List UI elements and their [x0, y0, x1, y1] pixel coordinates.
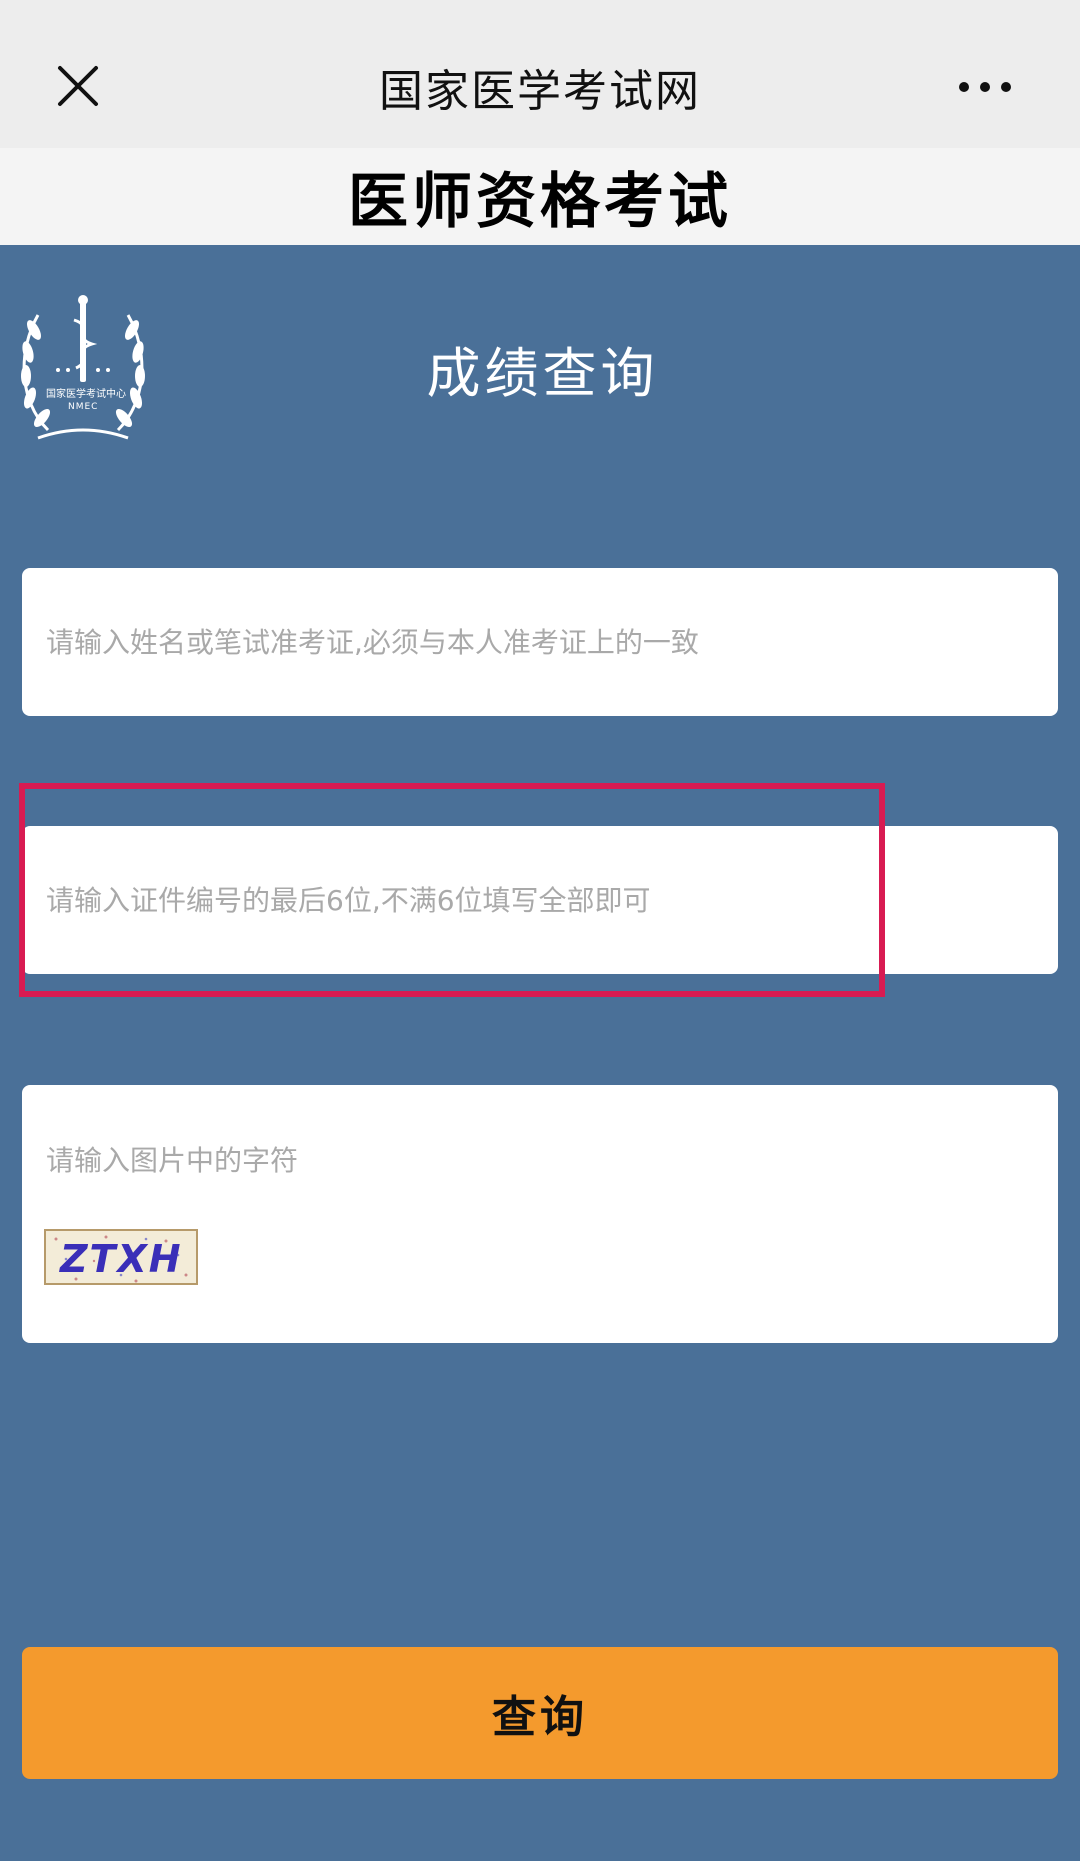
captcha-image[interactable]: ZTXH — [44, 1229, 198, 1285]
nav-title: 国家医学考试网 — [379, 66, 701, 117]
captcha-input[interactable] — [22, 1085, 1058, 1235]
id-number-input[interactable] — [22, 826, 1058, 974]
navigation-bar: 国家医学考试网 — [0, 0, 1080, 148]
more-icon — [959, 82, 1011, 92]
query-button[interactable]: 查询 — [22, 1647, 1058, 1779]
name-field-container — [22, 568, 1058, 716]
header-title: 医师资格考试 — [348, 167, 732, 237]
captcha-text: ZTXH — [60, 1237, 183, 1281]
id-field-container — [22, 826, 1058, 974]
page-header: 医师资格考试 — [0, 148, 1080, 245]
page-heading: 成绩查询 — [426, 342, 659, 405]
more-button[interactable] — [940, 72, 1030, 102]
main-content: 国家医学考试中心 NMEC 成绩查询 ZTXH — [0, 245, 1080, 1861]
name-input[interactable] — [22, 568, 1058, 716]
captcha-field-container: ZTXH — [22, 1085, 1058, 1343]
